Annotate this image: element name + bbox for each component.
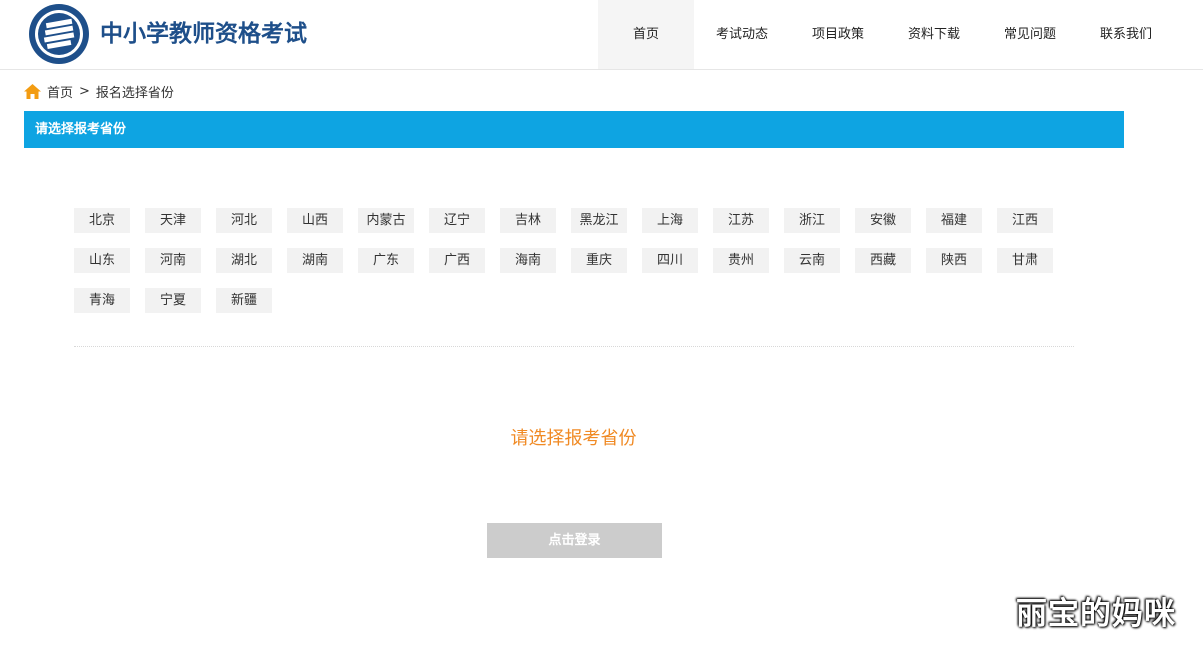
province-button-jiangsu[interactable]: 江苏 <box>713 208 769 233</box>
province-button-anhui[interactable]: 安徽 <box>855 208 911 233</box>
province-button-liaoning[interactable]: 辽宁 <box>429 208 485 233</box>
province-button-jiangxi[interactable]: 江西 <box>997 208 1053 233</box>
province-button-guangxi[interactable]: 广西 <box>429 248 485 273</box>
province-button-sichuan[interactable]: 四川 <box>642 248 698 273</box>
province-button-henan[interactable]: 河南 <box>145 248 201 273</box>
province-button-gansu[interactable]: 甘肃 <box>997 248 1053 273</box>
province-button-shanghai[interactable]: 上海 <box>642 208 698 233</box>
breadcrumb: 首页 > 报名选择省份 <box>24 82 174 101</box>
province-button-heilongjiang[interactable]: 黑龙江 <box>571 208 627 233</box>
province-row: 山东 河南 湖北 湖南 广东 广西 海南 重庆 四川 贵州 云南 西藏 陕西 甘… <box>74 248 1084 288</box>
province-button-jilin[interactable]: 吉林 <box>500 208 556 233</box>
province-button-tianjin[interactable]: 天津 <box>145 208 201 233</box>
province-button-shandong[interactable]: 山东 <box>74 248 130 273</box>
province-button-guangdong[interactable]: 广东 <box>358 248 414 273</box>
province-row: 北京 天津 河北 山西 内蒙古 辽宁 吉林 黑龙江 上海 江苏 浙江 安徽 福建… <box>74 208 1084 248</box>
province-button-qinghai[interactable]: 青海 <box>74 288 130 313</box>
province-button-hebei[interactable]: 河北 <box>216 208 272 233</box>
nav-downloads[interactable]: 资料下载 <box>886 0 982 69</box>
province-button-hainan[interactable]: 海南 <box>500 248 556 273</box>
province-button-ningxia[interactable]: 宁夏 <box>145 288 201 313</box>
nav-exam-news[interactable]: 考试动态 <box>694 0 790 69</box>
breadcrumb-home-link[interactable]: 首页 <box>47 82 73 101</box>
province-row: 青海 宁夏 新疆 <box>74 288 1084 328</box>
section-header-bar: 请选择报考省份 <box>24 111 1124 148</box>
login-button[interactable]: 点击登录 <box>487 523 662 558</box>
province-button-beijing[interactable]: 北京 <box>74 208 130 233</box>
province-button-shaanxi[interactable]: 陕西 <box>926 248 982 273</box>
province-list: 北京 天津 河北 山西 内蒙古 辽宁 吉林 黑龙江 上海 江苏 浙江 安徽 福建… <box>74 208 1084 328</box>
main-nav: 首页 考试动态 项目政策 资料下载 常见问题 联系我们 <box>598 0 1174 69</box>
province-button-hunan[interactable]: 湖南 <box>287 248 343 273</box>
select-province-prompt: 请选择报考省份 <box>510 428 637 449</box>
province-button-shanxi[interactable]: 山西 <box>287 208 343 233</box>
nav-contact[interactable]: 联系我们 <box>1078 0 1174 69</box>
province-button-xizang[interactable]: 西藏 <box>855 248 911 273</box>
logo-emblem[interactable] <box>28 3 90 65</box>
nav-faq[interactable]: 常见问题 <box>982 0 1078 69</box>
province-button-neimenggu[interactable]: 内蒙古 <box>358 208 414 233</box>
watermark-text: 丽宝的妈咪 <box>1016 596 1176 632</box>
province-button-zhejiang[interactable]: 浙江 <box>784 208 840 233</box>
nav-home[interactable]: 首页 <box>598 0 694 69</box>
divider <box>74 346 1074 347</box>
province-button-hubei[interactable]: 湖北 <box>216 248 272 273</box>
province-button-chongqing[interactable]: 重庆 <box>571 248 627 273</box>
breadcrumb-separator: > <box>79 84 90 99</box>
province-button-xinjiang[interactable]: 新疆 <box>216 288 272 313</box>
breadcrumb-current: 报名选择省份 <box>95 86 174 101</box>
nav-policies[interactable]: 项目政策 <box>790 0 886 69</box>
site-header: 中小学教师资格考试 首页 考试动态 项目政策 资料下载 常见问题 联系我们 <box>0 0 1203 70</box>
home-icon <box>24 84 41 99</box>
province-button-fujian[interactable]: 福建 <box>926 208 982 233</box>
site-title: 中小学教师资格考试 <box>100 21 307 47</box>
province-button-yunnan[interactable]: 云南 <box>784 248 840 273</box>
province-button-guizhou[interactable]: 贵州 <box>713 248 769 273</box>
